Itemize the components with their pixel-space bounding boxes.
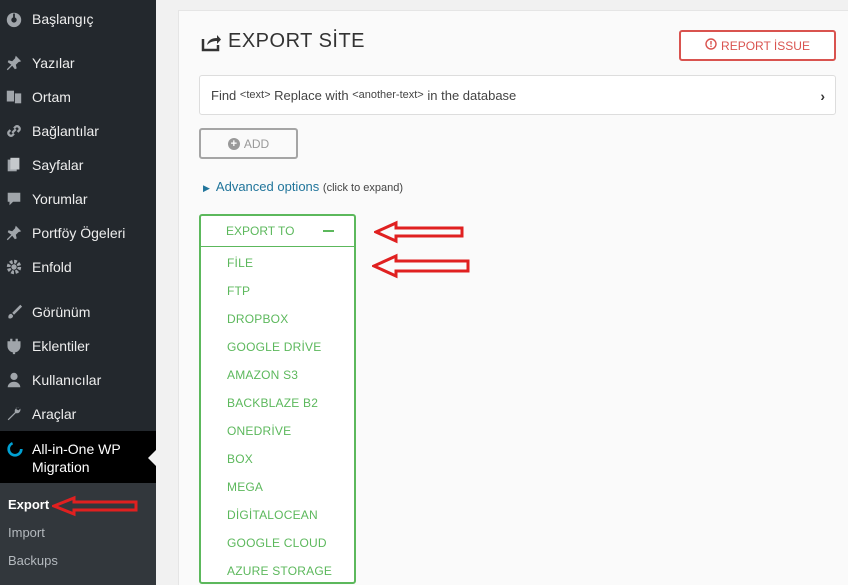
- find-another-tag: <another-text>: [352, 89, 424, 101]
- advanced-options-toggle[interactable]: ▶ Advanced options (click to expand): [203, 179, 403, 194]
- sidebar-item-label: Eklentiler: [32, 338, 90, 354]
- export-option-mega[interactable]: MEGA: [227, 480, 263, 494]
- export-option-dropbox[interactable]: DROPBOX: [227, 312, 288, 326]
- find-middle: Replace with: [274, 87, 349, 103]
- sidebar-item-label: Görünüm: [32, 304, 91, 320]
- sidebar-item-label: Enfold: [32, 259, 72, 275]
- report-issue-label: REPORT İSSUE: [721, 38, 810, 53]
- export-option-ftp[interactable]: FTP: [227, 284, 250, 298]
- export-option-google-drive[interactable]: GOOGLE DRİVE: [227, 340, 321, 354]
- chevron-right-icon: ›: [820, 88, 825, 104]
- sidebar-item-appearance[interactable]: Görünüm: [0, 295, 156, 329]
- page-title: EXPORT SİTE: [228, 30, 366, 52]
- export-option-amazon-s3[interactable]: AMAZON S3: [227, 368, 298, 382]
- user-icon: [4, 370, 24, 390]
- pages-icon: [4, 155, 24, 175]
- export-option-digitalocean[interactable]: DİGİTALOCEAN: [227, 508, 318, 522]
- sidebar-item-label: Ortam: [32, 89, 71, 105]
- export-to-label: EXPORT TO: [226, 224, 295, 238]
- plus-circle-icon: +: [227, 137, 240, 150]
- sidebar-item-label: Yorumlar: [32, 191, 88, 207]
- sidebar-item-label: Araçlar: [32, 406, 77, 422]
- caret-right-icon: ▶: [203, 183, 210, 193]
- brush-icon: [4, 302, 24, 322]
- find-prefix: Find: [211, 87, 237, 103]
- submenu-item-import[interactable]: Import: [8, 525, 45, 540]
- sidebar-item-tools[interactable]: Araçlar: [0, 397, 156, 431]
- find-replace-row[interactable]: Find <text> Replace with <another-text> …: [199, 75, 836, 115]
- find-text-tag: <text>: [239, 89, 271, 101]
- export-option-onedrive[interactable]: ONEDRİVE: [227, 424, 291, 438]
- annotation-arrow-export-menu: [52, 495, 138, 517]
- sidebar-item-portfolio[interactable]: Portföy Ögeleri: [0, 216, 156, 250]
- sidebar-item-posts[interactable]: Yazılar: [0, 46, 156, 80]
- sidebar-item-label: Başlangıç: [32, 11, 94, 27]
- sidebar-item-label: Sayfalar: [32, 157, 84, 173]
- media-icon: [4, 87, 24, 107]
- sidebar-item-label: Bağlantılar: [32, 123, 99, 139]
- sidebar-item-label: Kullanıcılar: [32, 372, 102, 388]
- add-button[interactable]: + ADD: [199, 128, 298, 159]
- minus-icon: [323, 230, 334, 232]
- sidebar-item-dashboard[interactable]: Başlangıç: [0, 2, 156, 36]
- sidebar-item-pages[interactable]: Sayfalar: [0, 148, 156, 182]
- link-icon: [4, 121, 24, 141]
- wrench-icon: [4, 404, 24, 424]
- annotation-arrow-file: [372, 253, 470, 279]
- exclamation-circle-icon: [705, 38, 717, 53]
- export-option-file[interactable]: FİLE: [227, 256, 253, 270]
- dashboard-icon: [4, 9, 24, 29]
- advanced-options-hint: (click to expand): [322, 182, 403, 194]
- find-suffix: in the database: [427, 87, 517, 103]
- page-title-row: EXPORT SİTE: [200, 30, 365, 53]
- sidebar-item-links[interactable]: Bağlantılar: [0, 114, 156, 148]
- add-label: ADD: [243, 136, 270, 151]
- submenu-item-backups[interactable]: Backups: [8, 553, 58, 568]
- gear-icon: [4, 257, 24, 277]
- sidebar-item-enfold[interactable]: Enfold: [0, 250, 156, 284]
- sidebar-item-media[interactable]: Ortam: [0, 80, 156, 114]
- pin-icon: [4, 223, 24, 243]
- export-option-box[interactable]: BOX: [227, 452, 253, 466]
- report-issue-button[interactable]: REPORT İSSUE: [679, 30, 836, 61]
- sidebar-item-label: All-in-One WP Migration: [32, 441, 121, 475]
- export-to-dropdown: EXPORT TO FİLE FTP DROPBOX GOOGLE DRİVE …: [199, 214, 356, 584]
- migration-icon: [6, 440, 24, 463]
- export-option-backblaze-b2[interactable]: BACKBLAZE B2: [227, 396, 318, 410]
- sidebar-item-label: Yazılar: [32, 55, 75, 71]
- export-option-azure-storage[interactable]: AZURE STORAGE: [227, 564, 332, 578]
- comment-icon: [4, 189, 24, 209]
- advanced-options-label: Advanced options: [215, 179, 320, 194]
- plugin-icon: [4, 336, 24, 356]
- sidebar-item-comments[interactable]: Yorumlar: [0, 182, 156, 216]
- export-to-button[interactable]: EXPORT TO: [201, 216, 354, 247]
- submenu-item-export[interactable]: Export: [8, 497, 49, 512]
- sidebar-item-users[interactable]: Kullanıcılar: [0, 363, 156, 397]
- export-option-google-cloud[interactable]: GOOGLE CLOUD: [227, 536, 327, 550]
- pin-icon: [4, 53, 24, 73]
- export-icon: [200, 31, 222, 53]
- annotation-arrow-export-to: [374, 220, 464, 244]
- active-menu-indicator: [148, 450, 156, 466]
- sidebar-item-plugins[interactable]: Eklentiler: [0, 329, 156, 363]
- sidebar-item-label: Portföy Ögeleri: [32, 225, 126, 241]
